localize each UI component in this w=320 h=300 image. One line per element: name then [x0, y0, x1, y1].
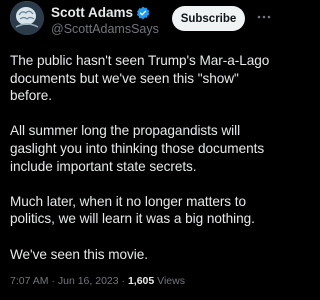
avatar-brain-icon [10, 1, 44, 35]
more-horizontal-icon[interactable] [256, 9, 272, 25]
author-handle[interactable]: @ScottAdamsSays [51, 22, 159, 36]
avatar[interactable] [10, 1, 44, 35]
name-row: Scott Adams [51, 5, 150, 20]
tweet-paragraph: The public hasn't seen Trump's Mar-a-Lag… [10, 53, 270, 104]
meta-separator: · [121, 275, 126, 287]
subscribe-button[interactable]: Subscribe [172, 6, 245, 31]
tweet-time[interactable]: 7:07 AM [10, 275, 49, 287]
tweet-date[interactable]: Jun 16, 2023 [58, 275, 119, 287]
tweet-body: The public hasn't seen Trump's Mar-a-Lag… [10, 52, 278, 281]
tweet-paragraph: All summer long the propagandists will g… [10, 123, 265, 174]
verified-badge-icon [136, 6, 150, 20]
display-name[interactable]: Scott Adams [51, 5, 133, 20]
meta-separator: · [51, 275, 55, 287]
tweet-paragraph: Much later, when it no longer matters to… [10, 193, 255, 227]
tweet-header: Scott Adams @ScottAdamsSays Subscribe [0, 0, 283, 48]
tweet-card: Scott Adams @ScottAdamsSays Subscribe Th… [0, 0, 283, 300]
views-label: Views [157, 275, 185, 287]
tweet-paragraph: We've seen this movie. [10, 246, 148, 262]
tweet-meta: 7:07 AM · Jun 16, 2023 · 1,605 Views [10, 275, 185, 287]
views-count: 1,605 [127, 275, 155, 287]
